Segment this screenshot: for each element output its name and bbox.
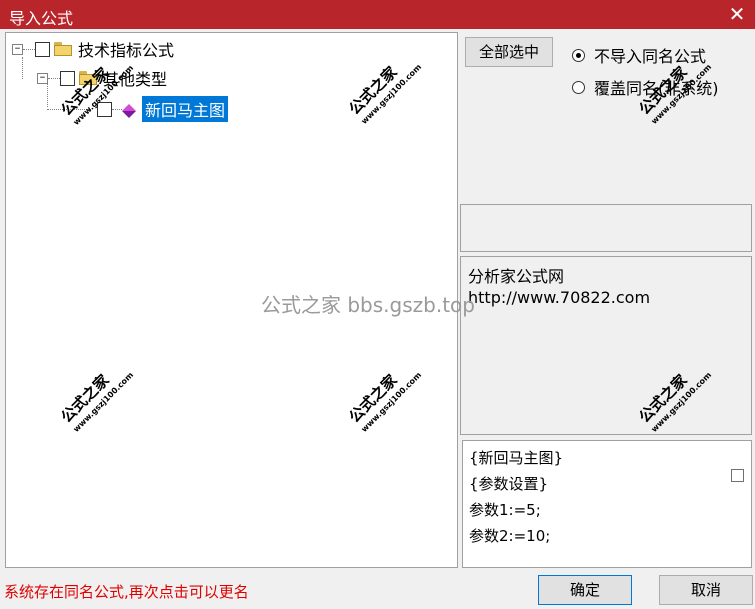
source-info-box: 分析家公式网 http://www.70822.com [460, 256, 752, 435]
select-all-button[interactable]: 全部选中 [465, 37, 553, 67]
radio-label: 不导入同名公式 [594, 47, 707, 66]
tree-node-label: 技术指标公式 [78, 41, 175, 60]
leaf-checkbox[interactable] [97, 101, 112, 117]
radio-label: 覆盖同名(非系统) [594, 79, 719, 98]
tree-line [48, 77, 60, 79]
close-icon[interactable]: ✕ [725, 1, 749, 27]
tree-line [23, 48, 35, 50]
source-name: 分析家公式网 [468, 267, 565, 286]
formula-code-view[interactable]: {新回马主图} {参数设置} 参数1:=5; 参数2:=10; [462, 440, 752, 568]
radio-overwrite[interactable]: 覆盖同名(非系统) [572, 75, 719, 99]
radio-button[interactable] [572, 80, 585, 94]
code-line: 参数2:=10; [469, 527, 551, 545]
status-message: 系统存在同名公式,再次点击可以更名 [4, 583, 249, 601]
radio-button[interactable] [572, 48, 585, 62]
tree-node-root[interactable]: − 技术指标公式 [12, 37, 174, 61]
child-checkbox[interactable] [60, 70, 75, 86]
source-url: http://www.70822.com [468, 288, 651, 307]
tree-node-child[interactable]: − 其他类型 [37, 66, 167, 90]
collapse-icon[interactable]: − [12, 43, 23, 55]
ok-button[interactable]: 确定 [538, 575, 632, 605]
tree-line [112, 108, 122, 110]
code-line: {参数设置} [469, 475, 549, 493]
collapse-icon[interactable]: − [37, 72, 48, 84]
tree-node-label-selected[interactable]: 新回马主图 [142, 96, 229, 122]
title-bar: 导入公式 ✕ [0, 0, 755, 29]
cancel-button[interactable]: 取消 [659, 575, 753, 605]
folder-icon [54, 42, 72, 56]
scroll-checkbox[interactable] [731, 469, 744, 482]
tree-node-leaf[interactable]: 新回马主图 [47, 96, 229, 122]
tree-line [47, 108, 91, 110]
tree-node-label: 其他类型 [103, 70, 168, 89]
formula-tree[interactable]: − 技术指标公式 − 其他类型 新回马主图 [5, 32, 458, 568]
root-checkbox[interactable] [35, 41, 50, 57]
radio-no-import[interactable]: 不导入同名公式 [572, 43, 706, 67]
folder-icon [79, 71, 97, 85]
formula-gem-icon [122, 97, 136, 118]
window-title: 导入公式 [9, 9, 74, 28]
code-line: {新回马主图} [469, 449, 564, 467]
progress-box [460, 204, 752, 252]
code-line: 参数1:=5; [469, 501, 541, 519]
